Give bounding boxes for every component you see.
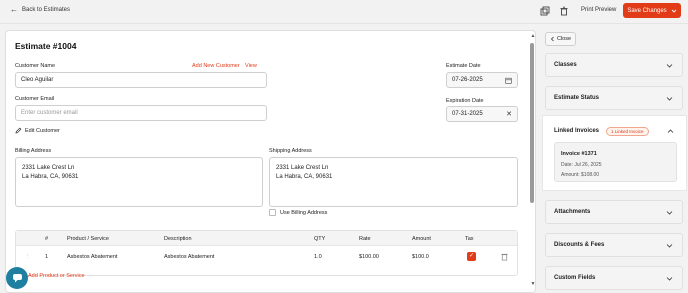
edit-customer-label: Edit Customer	[25, 127, 60, 134]
chevron-down-icon	[666, 277, 673, 281]
chevron-down-icon	[666, 97, 673, 101]
section-title: Estimate Status	[554, 95, 600, 101]
back-label: Back to Estimates	[22, 7, 71, 13]
close-label: Close	[556, 36, 572, 42]
col-description: Description	[164, 236, 192, 242]
row-qty[interactable]: 1.0	[314, 254, 322, 260]
top-bar: ← Back to Estimates Print Preview Save C…	[0, 0, 688, 24]
estimate-date-field[interactable]: 07-26-2025	[446, 72, 518, 88]
billing-address-field[interactable]: 2331 Lake Crest Ln La Habra, CA, 90631	[15, 157, 263, 207]
shipping-line-2: La Habra, CA, 90631	[276, 174, 333, 180]
col-product: Product / Service	[67, 236, 109, 242]
chevron-down-icon	[666, 64, 673, 68]
customer-name-field[interactable]: Cleo Aguilar	[15, 72, 267, 88]
col-qty: QTY	[314, 236, 326, 242]
trash-icon[interactable]	[559, 6, 569, 16]
customer-email-label: Customer Email	[15, 96, 55, 102]
shipping-address-label: Shipping Address	[269, 148, 312, 154]
line-items-table: # Product / Service Description QTY Rate…	[15, 230, 518, 276]
col-amount: Amount	[412, 236, 431, 242]
expiration-date-field[interactable]: 07-31-2025 ✕	[446, 106, 518, 122]
col-tax: Tax	[465, 236, 474, 242]
row-rate[interactable]: $100.00	[359, 254, 379, 260]
section-title[interactable]: Linked Invoices	[554, 128, 599, 134]
shipping-address-field[interactable]: 2331 Lake Crest Ln La Habra, CA, 90631	[269, 157, 518, 207]
copy-icon[interactable]	[540, 6, 550, 16]
chat-button[interactable]	[6, 267, 28, 289]
section-title: Classes	[554, 62, 577, 68]
print-preview-button[interactable]: Print Preview	[581, 7, 616, 13]
chevron-down-icon	[666, 211, 673, 215]
expiration-date-value: 07-31-2025	[452, 111, 483, 117]
linked-invoice-card[interactable]: Invoice #1371 Date: Jul 26, 2025 Amount:…	[554, 142, 677, 182]
use-billing-label: Use Billing Address	[280, 209, 328, 216]
save-changes-button[interactable]: Save Changes	[623, 3, 681, 18]
scroll-thumb[interactable]	[530, 43, 534, 203]
close-icon[interactable]: ✕	[506, 110, 512, 118]
col-number: #	[45, 236, 49, 242]
estimate-date-label: Estimate Date	[446, 63, 481, 69]
scroll-down-icon[interactable]: ▼	[529, 281, 535, 287]
section-title: Custom Fields	[554, 275, 596, 281]
shipping-line-1: 2331 Lake Crest Ln	[276, 165, 329, 171]
pencil-icon	[15, 127, 22, 134]
invoice-number: Invoice #1371	[561, 151, 597, 157]
back-to-estimates-link[interactable]: ← Back to Estimates	[10, 6, 70, 14]
expiration-date-label: Expiration Date	[446, 98, 484, 104]
tax-checkbox[interactable]: ✓	[467, 252, 476, 261]
row-number: 1	[45, 254, 49, 260]
customer-name-value: Cleo Aguilar	[21, 77, 54, 83]
scrollbar[interactable]: ▲ ▼	[529, 31, 535, 292]
row-amount: $100.0	[412, 254, 429, 260]
page-title: Estimate #1004	[15, 41, 77, 51]
checkbox-icon	[269, 209, 276, 216]
invoice-amount: Amount: $108.00	[561, 172, 600, 178]
customer-email-placeholder: Enter customer email	[21, 110, 78, 116]
section-custom-fields[interactable]: Custom Fields	[545, 266, 683, 290]
save-label: Save Changes	[627, 7, 667, 14]
estimate-date-value: 07-26-2025	[452, 77, 483, 83]
edit-customer-button[interactable]: Edit Customer	[15, 127, 60, 134]
chat-icon	[12, 274, 22, 283]
customer-email-field[interactable]: Enter customer email	[15, 105, 267, 121]
view-customer-link[interactable]: View	[245, 63, 257, 69]
section-title: Attachments	[554, 209, 591, 215]
section-title: Discounts & Fees	[554, 242, 605, 248]
row-product[interactable]: Asbestos Abatement	[67, 254, 117, 260]
chevron-up-icon[interactable]	[667, 128, 674, 135]
calendar-icon[interactable]	[505, 77, 512, 84]
invoice-date: Date: Jul 26, 2025	[561, 162, 602, 168]
add-new-customer-link[interactable]: Add New Customer	[192, 63, 240, 69]
chevron-down-icon	[666, 244, 673, 248]
table-header: # Product / Service Description QTY Rate…	[16, 231, 517, 246]
billing-line-2: La Habra, CA, 90631	[22, 174, 79, 180]
section-classes[interactable]: Classes	[545, 53, 683, 77]
trash-icon[interactable]	[500, 252, 509, 261]
customer-name-label: Customer Name	[15, 63, 56, 69]
use-billing-address-checkbox[interactable]: Use Billing Address	[269, 209, 327, 216]
col-rate: Rate	[359, 236, 371, 242]
row-description[interactable]: Asbestos Abatement	[164, 254, 214, 260]
linked-count-badge: 1 Linked Invoice	[606, 127, 649, 136]
section-linked-invoices: Linked Invoices 1 Linked Invoice Invoice…	[542, 115, 687, 191]
drag-handle-icon[interactable]: ⋮	[25, 254, 31, 260]
section-attachments[interactable]: Attachments	[545, 200, 683, 224]
section-estimate-status[interactable]: Estimate Status	[545, 86, 683, 110]
arrow-left-icon: ←	[10, 5, 18, 14]
chevron-left-icon	[550, 36, 554, 42]
billing-address-label: Billing Address	[15, 148, 52, 154]
scroll-up-icon[interactable]: ▲	[529, 33, 535, 39]
estimate-form-panel: Estimate #1004 Customer Name Add New Cus…	[5, 30, 536, 293]
close-sidebar-button[interactable]: Close	[545, 32, 576, 46]
billing-line-1: 2331 Lake Crest Ln	[22, 165, 75, 171]
section-discounts-fees[interactable]: Discounts & Fees	[545, 233, 683, 257]
chevron-down-icon	[671, 9, 677, 13]
add-product-link[interactable]: Add Product or Service	[28, 273, 85, 279]
